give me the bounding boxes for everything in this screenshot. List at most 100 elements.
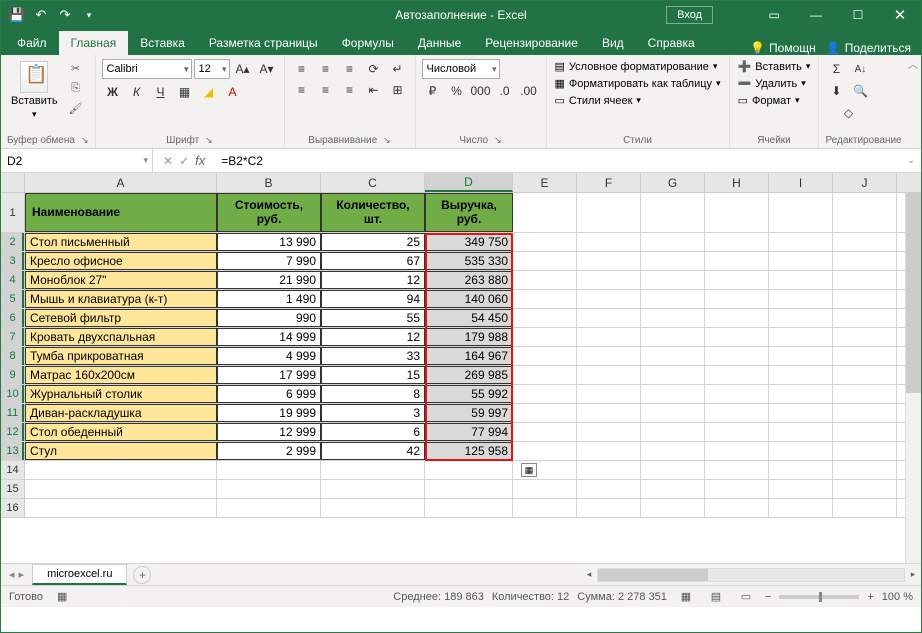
cell-styles-button[interactable]: ▭Стили ячеек▾ [553,93,723,108]
cell[interactable]: Мышь и клавиатура (к-т) [25,290,217,308]
autofill-options-icon[interactable]: ▦ [521,463,537,477]
cell[interactable] [577,290,641,308]
row-header[interactable]: 4 [1,271,25,289]
zoom-level[interactable]: 100 % [882,591,913,603]
cell[interactable]: 12 999 [217,423,321,441]
cell[interactable]: Диван-раскладушка [25,404,217,422]
tab-data[interactable]: Данные [406,31,473,55]
cell[interactable] [769,366,833,384]
currency-icon[interactable]: ₽ [422,81,444,101]
cell[interactable] [833,252,897,270]
underline-button[interactable]: Ч [150,82,172,102]
cell[interactable] [769,271,833,289]
add-sheet-button[interactable]: + [133,566,151,584]
cell[interactable]: 33 [321,347,425,365]
share-button[interactable]: 👤Поделиться [826,41,911,55]
cell[interactable] [833,290,897,308]
cell[interactable]: 164 967 [425,347,513,365]
cell[interactable]: 6 999 [217,385,321,403]
cell[interactable] [641,385,705,403]
horizontal-scrollbar-thumb[interactable] [598,569,708,581]
cell[interactable]: 12 [321,328,425,346]
italic-button[interactable]: К [126,82,148,102]
cell[interactable] [25,499,217,517]
cell[interactable] [769,423,833,441]
cell[interactable] [769,442,833,460]
cell[interactable] [833,499,897,517]
cell[interactable] [641,271,705,289]
cell[interactable] [769,499,833,517]
view-layout-icon[interactable]: ▤ [705,588,727,606]
row-header[interactable]: 9 [1,366,25,384]
cell[interactable] [513,233,577,251]
vertical-scrollbar[interactable] [905,193,921,563]
col-header-e[interactable]: E [513,173,577,192]
cell[interactable] [577,271,641,289]
row-header[interactable]: 13 [1,442,25,460]
cell[interactable] [833,385,897,403]
col-header-h[interactable]: H [705,173,769,192]
row-header[interactable]: 5 [1,290,25,308]
row-header[interactable]: 16 [1,499,25,517]
cell[interactable]: 8 [321,385,425,403]
cell[interactable] [577,366,641,384]
row-header[interactable]: 10 [1,385,25,403]
clear-icon[interactable]: ◇ [837,103,859,123]
cell[interactable] [769,193,833,232]
zoom-in-icon[interactable]: + [867,591,873,603]
cell[interactable]: 55 992 [425,385,513,403]
format-as-table-button[interactable]: ▦Форматировать как таблицу▾ [553,76,723,91]
redo-icon[interactable]: ↷ [53,3,77,27]
cell[interactable] [577,480,641,498]
cell[interactable]: 7 990 [217,252,321,270]
cell[interactable] [641,193,705,232]
macro-record-icon[interactable]: ▦ [57,590,67,603]
cell[interactable] [321,461,425,479]
view-pagebreak-icon[interactable]: ▭ [735,588,757,606]
cell[interactable] [641,442,705,460]
cell[interactable] [321,499,425,517]
font-color-icon[interactable]: A [222,82,244,102]
font-size-combo[interactable]: 12 [194,59,230,79]
cell[interactable] [217,461,321,479]
sort-icon[interactable]: A↓ [849,59,871,79]
col-header-i[interactable]: I [769,173,833,192]
cell[interactable]: 13 990 [217,233,321,251]
tab-file[interactable]: Файл [5,31,59,55]
row-header[interactable]: 7 [1,328,25,346]
copy-icon[interactable]: ⎘ [66,79,86,97]
shrink-font-icon[interactable]: A▾ [256,59,278,79]
row-header[interactable]: 11 [1,404,25,422]
cell[interactable] [769,385,833,403]
format-cells-button[interactable]: ▭Формат▾ [736,93,813,108]
cell[interactable]: Тумба прикроватная [25,347,217,365]
cell[interactable]: 140 060 [425,290,513,308]
cell[interactable] [513,480,577,498]
launcher-icon[interactable]: ↘ [81,135,89,146]
cell[interactable]: Выручка, руб. [425,193,513,232]
cut-icon[interactable]: ✂ [66,59,86,77]
cell[interactable] [769,328,833,346]
cell[interactable] [641,252,705,270]
cell[interactable] [833,193,897,232]
sheet-area[interactable]: A B C D E F G H I J 1НаименованиеСтоимос… [1,173,921,563]
cell[interactable] [705,290,769,308]
cell[interactable] [833,271,897,289]
align-top-icon[interactable]: ≡ [291,59,313,79]
format-painter-icon[interactable]: 🖌 [66,99,86,117]
cell[interactable] [769,290,833,308]
cell[interactable]: 1 490 [217,290,321,308]
tab-review[interactable]: Рецензирование [473,31,590,55]
bold-button[interactable]: Ж [102,82,124,102]
formula-input[interactable]: =B2*C2 [215,152,901,170]
cell[interactable] [513,252,577,270]
cell[interactable] [833,423,897,441]
cell[interactable] [641,499,705,517]
cell[interactable] [577,404,641,422]
close-icon[interactable]: ✕ [879,1,921,29]
delete-cells-button[interactable]: ➖Удалить▾ [736,76,813,91]
cell[interactable] [25,461,217,479]
tell-me[interactable]: 💡Помощн [750,41,816,55]
cell[interactable] [769,252,833,270]
cell[interactable] [833,328,897,346]
